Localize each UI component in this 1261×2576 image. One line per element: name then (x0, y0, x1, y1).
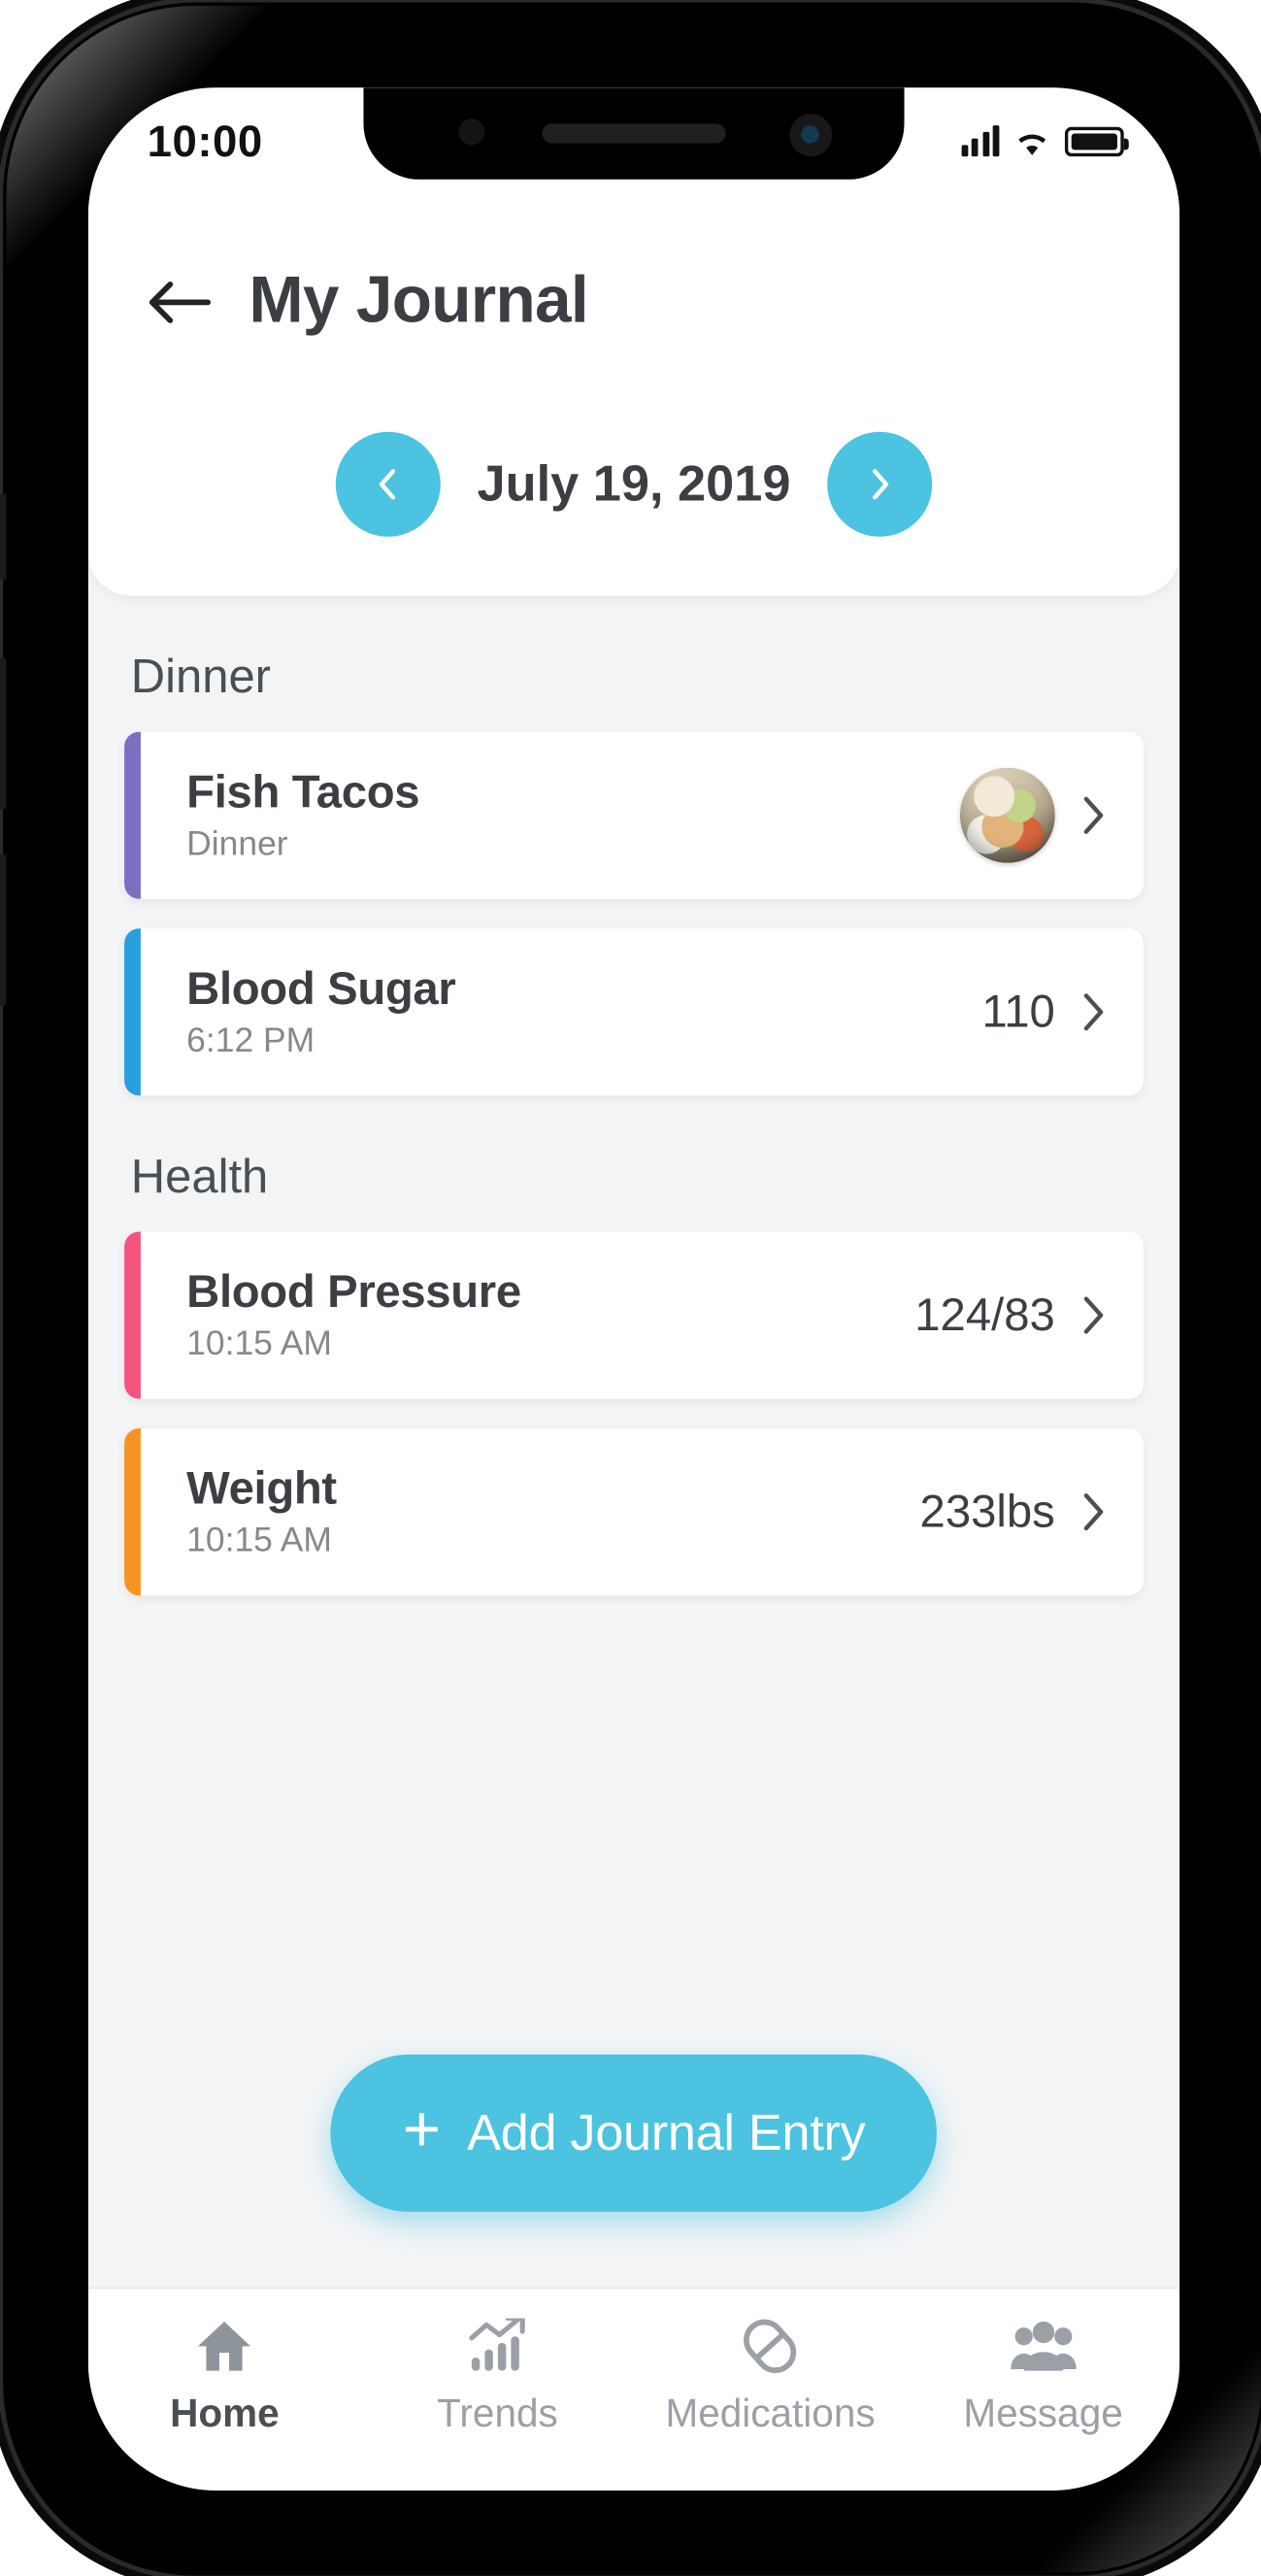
back-arrow-icon[interactable] (144, 277, 213, 326)
entry-accent-bar (124, 928, 141, 1096)
section-title-health: Health (130, 1151, 269, 1204)
tab-label: Medications (665, 2392, 876, 2437)
tab-message[interactable]: Message (907, 2315, 1179, 2438)
entry-text: Weight 10:15 AM (186, 1463, 337, 1561)
entry-accent-bar (124, 1231, 141, 1399)
journal-content: Dinner Fish Tacos Dinner Blood Sugar 6:1… (87, 595, 1180, 2288)
entry-subtitle: 6:12 PM (186, 1021, 315, 1060)
entry-right: 233lbs (920, 1486, 1144, 1538)
silent-switch[interactable] (0, 493, 7, 580)
entry-right (959, 767, 1144, 863)
journal-entry-fish-tacos[interactable]: Fish Tacos Dinner (124, 731, 1144, 899)
status-time: 10:00 (147, 116, 263, 166)
wifi-icon (1014, 127, 1050, 156)
food-photo-thumbnail (959, 767, 1055, 863)
previous-day-button[interactable] (336, 431, 442, 537)
date-navigation: July 19, 2019 (88, 431, 1179, 537)
status-bar: 10:00 (88, 87, 1179, 180)
tab-trends[interactable]: Trends (361, 2315, 634, 2438)
pill-icon (741, 2315, 800, 2377)
next-day-button[interactable] (826, 431, 932, 537)
entry-accent-bar (124, 731, 141, 899)
current-date-label: July 19, 2019 (477, 454, 791, 513)
volume-up-button[interactable] (0, 657, 7, 809)
entry-subtitle: 10:15 AM (186, 1324, 332, 1363)
entry-title: Blood Sugar (186, 962, 456, 1014)
entry-text: Blood Sugar 6:12 PM (186, 962, 456, 1061)
chevron-right-icon (1081, 1490, 1108, 1533)
journal-entry-weight[interactable]: Weight 10:15 AM 233lbs (124, 1428, 1144, 1596)
entry-subtitle: Dinner (186, 824, 288, 863)
tab-label: Message (963, 2392, 1123, 2437)
phone-screen: My Journal July 19, 2019 10:00 Dinner Fi… (87, 87, 1180, 2491)
entry-text: Blood Pressure 10:15 AM (186, 1266, 521, 1364)
chevron-left-icon (369, 465, 409, 505)
section-title-dinner: Dinner (130, 651, 272, 704)
chevron-right-icon (1081, 1294, 1108, 1337)
page-title: My Journal (249, 264, 588, 337)
phone-frame: My Journal July 19, 2019 10:00 Dinner Fi… (0, 2, 1261, 2576)
add-journal-entry-label: Add Journal Entry (467, 2103, 866, 2161)
battery-full-icon (1064, 126, 1129, 157)
entry-title: Fish Tacos (186, 766, 420, 818)
entry-right: 110 (981, 986, 1144, 1038)
trends-chart-icon (468, 2315, 527, 2377)
entry-title: Blood Pressure (186, 1265, 521, 1318)
entry-value: 233lbs (919, 1486, 1055, 1537)
tab-home[interactable]: Home (88, 2315, 361, 2438)
plus-icon: + (402, 2093, 442, 2166)
title-row: My Journal (144, 264, 589, 339)
entry-title: Weight (186, 1462, 337, 1514)
cellular-signal-icon (960, 125, 1000, 157)
entry-value: 124/83 (914, 1288, 1055, 1340)
status-icons (960, 125, 1129, 157)
tab-medications[interactable]: Medications (634, 2315, 907, 2438)
volume-down-button[interactable] (0, 854, 7, 1006)
chevron-right-icon (859, 465, 899, 505)
entry-value: 110 (981, 986, 1055, 1037)
journal-entry-blood-pressure[interactable]: Blood Pressure 10:15 AM 124/83 (124, 1231, 1144, 1399)
people-icon (1010, 2315, 1077, 2377)
journal-entry-blood-sugar[interactable]: Blood Sugar 6:12 PM 110 (124, 928, 1144, 1096)
tab-label: Trends (437, 2392, 558, 2437)
entry-accent-bar (124, 1428, 141, 1596)
entry-text: Fish Tacos Dinner (186, 766, 419, 864)
entry-subtitle: 10:15 AM (186, 1522, 332, 1560)
bottom-tab-bar: Home Trends Medications Message (87, 2287, 1180, 2491)
tab-label: Home (170, 2392, 280, 2437)
chevron-right-icon (1081, 794, 1108, 837)
entry-right: 124/83 (914, 1289, 1144, 1342)
add-journal-entry-button[interactable]: + Add Journal Entry (330, 2054, 938, 2212)
home-icon (195, 2315, 254, 2377)
chevron-right-icon (1081, 990, 1108, 1033)
